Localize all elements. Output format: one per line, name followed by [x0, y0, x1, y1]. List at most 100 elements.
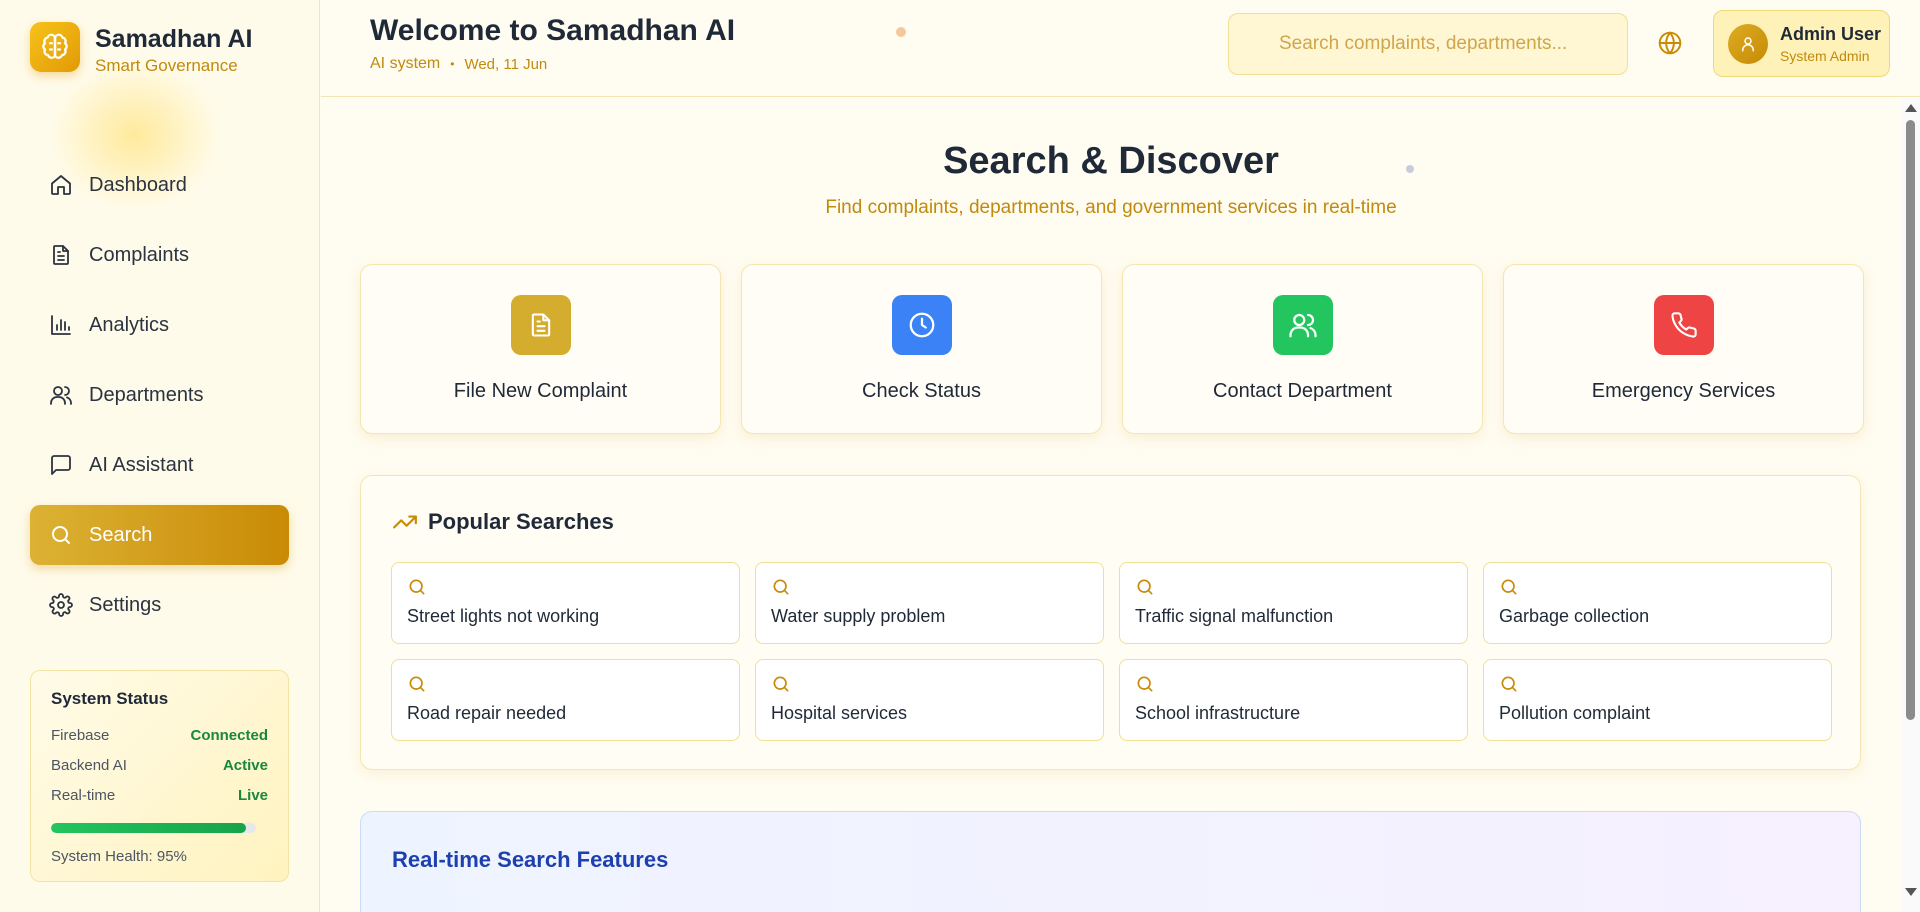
popular-searches-header: Popular Searches — [392, 509, 614, 535]
user-menu[interactable]: Admin User System Admin — [1713, 10, 1890, 77]
main-content: Search & Discover Find complaints, depar… — [321, 98, 1901, 912]
popular-search-item[interactable]: Hospital services — [755, 659, 1104, 741]
sidebar-item-label: Analytics — [89, 313, 170, 336]
phone-icon — [1670, 312, 1697, 338]
brand-title: Samadhan AI — [95, 25, 253, 53]
system-health-fill — [51, 823, 246, 833]
sidebar: Samadhan AI Smart Governance Dashboard C… — [0, 0, 320, 912]
user-role: System Admin — [1780, 47, 1870, 64]
file-new-complaint-card[interactable]: File New Complaint — [360, 264, 721, 434]
popular-search-label: Hospital services — [771, 703, 908, 723]
section-title: Search & Discover — [943, 140, 1279, 182]
sidebar-item-settings[interactable]: Settings — [30, 575, 289, 635]
search-icon — [1137, 579, 1153, 595]
status-row-backend-ai: Backend AI Active — [51, 757, 268, 787]
popular-search-item[interactable]: Garbage collection — [1483, 562, 1832, 644]
sidebar-item-complaints[interactable]: Complaints — [30, 225, 289, 285]
emergency-services-card[interactable]: Emergency Services — [1503, 264, 1864, 434]
header-search[interactable] — [1228, 13, 1628, 75]
popular-searches-title: Popular Searches — [428, 509, 614, 534]
search-icon — [52, 526, 70, 544]
search-icon — [1137, 676, 1153, 692]
document-icon — [531, 313, 550, 337]
action-icon-tile — [510, 295, 571, 355]
popular-search-label: School infrastructure — [1135, 703, 1301, 723]
popular-search-label: Pollution complaint — [1499, 703, 1651, 723]
system-health-text: System Health: 95% — [51, 848, 187, 865]
search-icon — [409, 579, 425, 595]
contact-department-card[interactable]: Contact Department — [1122, 264, 1483, 434]
popular-searches-grid: Street lights not working Water supply p… — [391, 562, 1832, 741]
sidebar-item-analytics[interactable]: Analytics — [30, 295, 289, 355]
bar-chart-icon — [51, 315, 71, 335]
popular-search-item[interactable]: Pollution complaint — [1483, 659, 1832, 741]
status-row-firebase: Firebase Connected — [51, 727, 268, 757]
brand[interactable]: Samadhan AI Smart Governance — [30, 22, 252, 76]
search-icon — [1501, 676, 1517, 692]
status-value: Connected — [190, 727, 268, 744]
system-label: AI system — [370, 55, 441, 72]
gear-icon — [49, 593, 73, 617]
sidebar-item-label: Settings — [89, 593, 162, 616]
status-value: Active — [222, 757, 268, 774]
popular-search-item[interactable]: Road repair needed — [391, 659, 740, 741]
system-status-title: System Status — [51, 689, 169, 708]
sidebar-item-label: Dashboard — [89, 173, 187, 196]
sidebar-nav: Dashboard Complaints Analytics Departmen… — [30, 155, 289, 645]
main-scrollbar[interactable] — [1901, 98, 1920, 912]
globe-icon[interactable] — [1657, 30, 1683, 56]
search-icon — [1501, 579, 1517, 595]
chat-icon — [51, 455, 71, 475]
sidebar-item-ai-assistant[interactable]: AI Assistant — [30, 435, 289, 495]
popular-search-label: Traffic signal malfunction — [1135, 606, 1334, 626]
sidebar-item-search[interactable]: Search — [30, 505, 289, 565]
quick-actions: File New Complaint Check Status Contact … — [360, 264, 1864, 434]
brand-subtitle: Smart Governance — [95, 56, 238, 75]
scroll-down-arrow-icon[interactable] — [1905, 888, 1917, 896]
top-header: Welcome to Samadhan AI AI system • Wed, … — [321, 0, 1920, 97]
search-icon — [409, 676, 425, 692]
trending-up-icon — [393, 515, 417, 529]
user-icon — [1742, 36, 1754, 51]
search-input[interactable] — [1279, 33, 1627, 55]
clock-icon — [909, 312, 934, 338]
action-icon-tile — [1653, 295, 1714, 355]
page-title: Welcome to Samadhan AI — [370, 14, 736, 47]
status-label: Backend AI — [51, 757, 127, 774]
document-icon — [53, 245, 69, 265]
action-label: File New Complaint — [453, 380, 628, 402]
decorative-dot — [896, 27, 906, 37]
sidebar-item-label: Complaints — [89, 243, 190, 266]
system-status-card: System Status Firebase Connected Backend… — [30, 670, 289, 882]
popular-search-item[interactable]: Street lights not working — [391, 562, 740, 644]
search-icon — [773, 676, 789, 692]
popular-search-item[interactable]: Traffic signal malfunction — [1119, 562, 1468, 644]
popular-searches-panel: Popular Searches Street lights not worki… — [360, 475, 1861, 770]
sidebar-item-label: Search — [89, 523, 153, 546]
action-label: Contact Department — [1213, 380, 1392, 402]
sidebar-item-label: AI Assistant — [89, 453, 194, 476]
home-icon — [51, 175, 71, 195]
action-icon-tile — [1272, 295, 1333, 355]
action-label: Check Status — [862, 380, 981, 402]
decorative-dot — [1406, 165, 1414, 173]
popular-search-item[interactable]: Water supply problem — [755, 562, 1104, 644]
sidebar-item-departments[interactable]: Departments — [30, 365, 289, 425]
scroll-thumb[interactable] — [1906, 120, 1915, 720]
status-value: Live — [237, 787, 268, 804]
realtime-features-panel: Real-time Search Features — [360, 811, 1861, 912]
realtime-features-title: Real-time Search Features — [392, 847, 669, 872]
action-icon-tile — [891, 295, 952, 355]
search-icon — [773, 579, 789, 595]
brain-logo-icon — [30, 22, 80, 72]
popular-search-item[interactable]: School infrastructure — [1119, 659, 1468, 741]
action-label: Emergency Services — [1591, 380, 1776, 402]
status-label: Firebase — [51, 727, 110, 744]
popular-search-label: Road repair needed — [407, 703, 567, 723]
sidebar-item-dashboard[interactable]: Dashboard — [30, 155, 289, 215]
check-status-card[interactable]: Check Status — [741, 264, 1102, 434]
header-subtitle: AI system • Wed, 11 Jun — [370, 55, 547, 73]
scroll-up-arrow-icon[interactable] — [1905, 104, 1917, 112]
current-date: Wed, 11 Jun — [464, 55, 548, 73]
status-label: Real-time — [51, 787, 116, 804]
